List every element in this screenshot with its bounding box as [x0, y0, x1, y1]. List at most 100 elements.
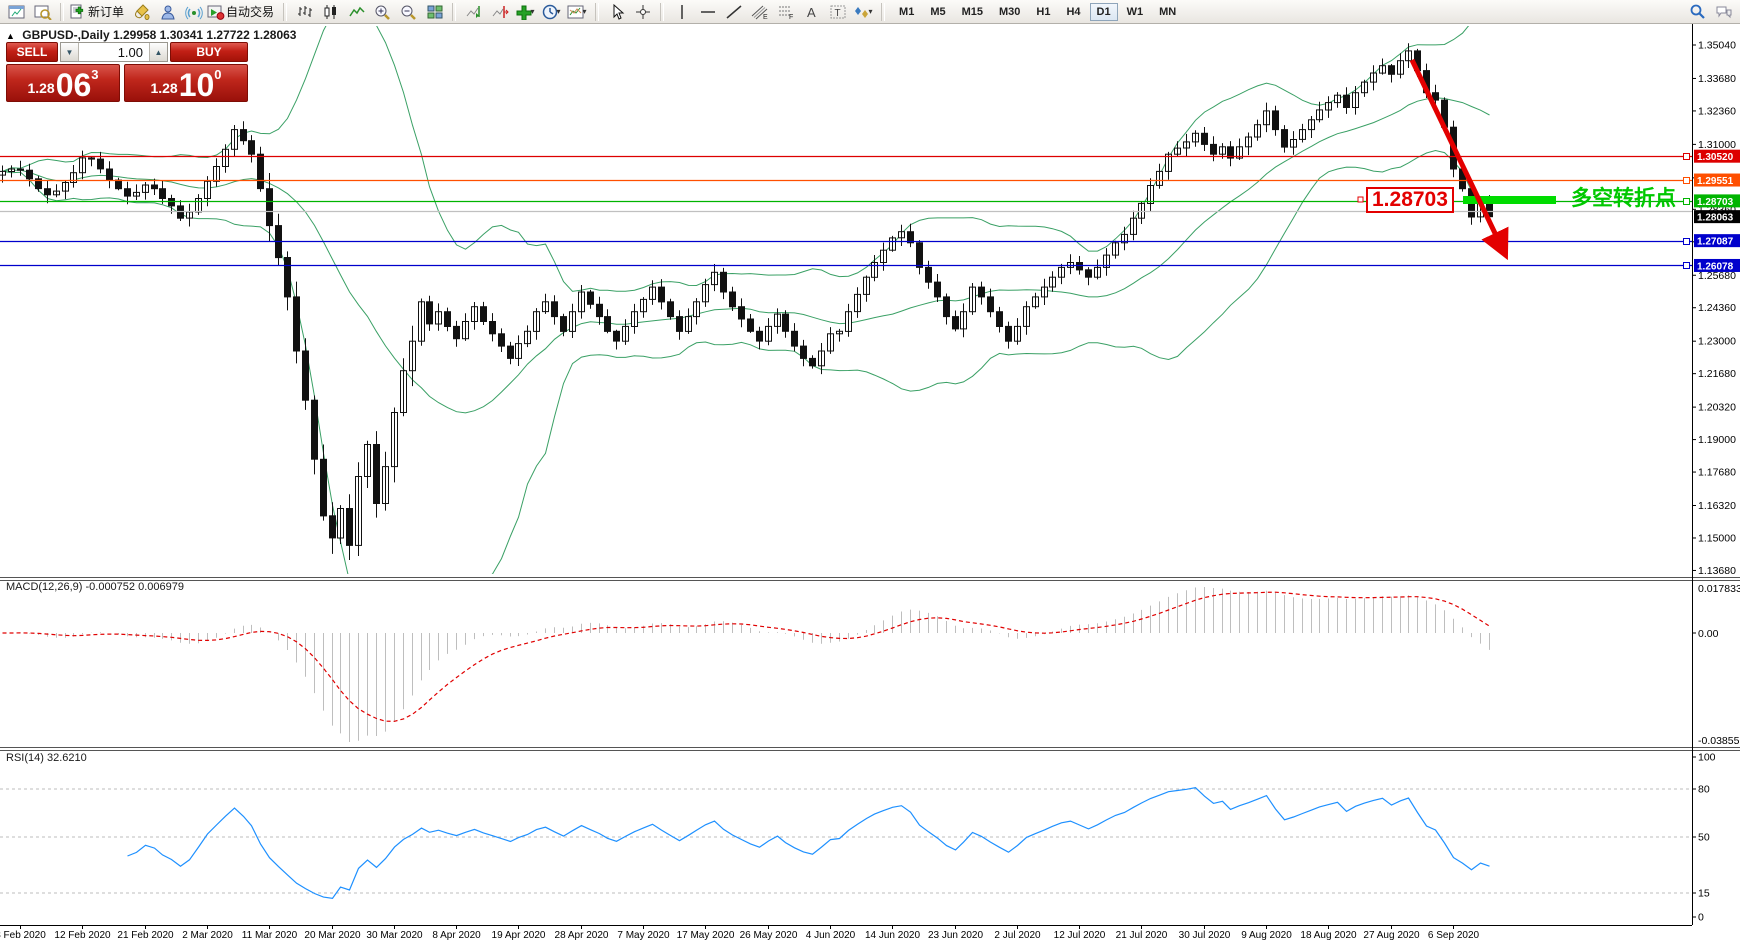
timeframe-button-m5[interactable]: M5 — [923, 3, 952, 21]
svg-text:23 Jun 2020: 23 Jun 2020 — [928, 930, 983, 941]
svg-text:100: 100 — [1698, 752, 1716, 764]
bar-chart-icon[interactable] — [292, 1, 317, 23]
svg-text:21 Feb 2020: 21 Feb 2020 — [117, 930, 174, 941]
svg-text:50: 50 — [1698, 832, 1710, 844]
line-chart-icon[interactable] — [344, 1, 369, 23]
time-axis[interactable]: 3 Feb 202012 Feb 202021 Feb 20202 Mar 20… — [0, 925, 1480, 941]
svg-text:1.24360: 1.24360 — [1698, 302, 1736, 314]
main-toolbar: 新订单 自动交易 ▾ ▾ ▾ EFAT ▾ M1M5M15M30H1H4D1W1MN — [0, 0, 1740, 24]
svg-text:-0.038559: -0.038559 — [1698, 735, 1740, 747]
chart-canvas[interactable]: 1.350401.336801.323601.310001.296401.283… — [0, 24, 1740, 942]
svg-text:18 Aug 2020: 18 Aug 2020 — [1300, 930, 1357, 941]
profiles-icon[interactable] — [30, 1, 55, 23]
dropdown-caret-icon[interactable]: ▾ — [869, 7, 873, 16]
tile-windows-icon — [426, 4, 444, 20]
hline-handle[interactable] — [1684, 239, 1690, 245]
autotrading-button[interactable]: 自动交易 — [207, 3, 278, 20]
zoom-in-icon[interactable] — [370, 1, 395, 23]
timeframe-button-w1[interactable]: W1 — [1120, 3, 1151, 21]
timeframe-button-mn[interactable]: MN — [1152, 3, 1183, 21]
svg-text:1.31000: 1.31000 — [1698, 139, 1736, 151]
svg-text:0.00: 0.00 — [1698, 628, 1719, 640]
price-tag-1.29551: 1.29551 — [1694, 174, 1740, 188]
svg-text:17 May 2020: 17 May 2020 — [677, 930, 735, 941]
text-icon: A — [803, 4, 821, 20]
new-chart-icon — [8, 4, 26, 20]
text-label-icon: T — [829, 4, 847, 20]
svg-text:7 May 2020: 7 May 2020 — [617, 930, 670, 941]
chat-icon[interactable] — [1711, 1, 1736, 23]
svg-text:30 Mar 2020: 30 Mar 2020 — [366, 930, 423, 941]
price-tag-1.28703: 1.28703 — [1694, 194, 1740, 208]
timeframe-button-m30[interactable]: M30 — [992, 3, 1027, 21]
vertical-line-icon[interactable] — [669, 1, 694, 23]
periods-icon[interactable]: ▾ — [539, 1, 564, 23]
signals-icon[interactable] — [181, 1, 206, 23]
macd-pane[interactable]: 0.0178330.00-0.038559 — [3, 583, 1740, 747]
hline-handle[interactable] — [1684, 263, 1690, 269]
svg-text:1.21680: 1.21680 — [1698, 368, 1736, 380]
timeframe-button-h4[interactable]: H4 — [1059, 3, 1087, 21]
mt4-window: 新订单自动交易▾▾▾EFAT▾M1M5M15M30H1H4D1W1MN ▲ GB… — [0, 0, 1740, 942]
svg-text:11 Mar 2020: 11 Mar 2020 — [242, 930, 298, 941]
main-price-pane[interactable] — [0, 24, 1493, 651]
svg-text:12 Feb 2020: 12 Feb 2020 — [54, 930, 111, 941]
add-indicator-icon[interactable]: ▾ — [513, 1, 538, 23]
expert-advisors-icon[interactable] — [155, 1, 180, 23]
dropdown-caret-icon[interactable]: ▾ — [531, 7, 535, 16]
timeframe-button-m1[interactable]: M1 — [892, 3, 921, 21]
timeframe-button-h1[interactable]: H1 — [1029, 3, 1057, 21]
cursor-icon[interactable] — [604, 1, 629, 23]
dropdown-caret-icon[interactable]: ▾ — [557, 7, 561, 16]
fibonacci-icon: F — [777, 4, 795, 20]
text-label-icon[interactable]: T — [825, 1, 850, 23]
bollinger-lower-band[interactable] — [3, 151, 1490, 652]
svg-text:14 Jun 2020: 14 Jun 2020 — [865, 930, 920, 941]
equidistant-channel-icon[interactable]: E — [747, 1, 772, 23]
svg-text:12 Jul 2020: 12 Jul 2020 — [1054, 930, 1106, 941]
svg-text:1.28063: 1.28063 — [1697, 213, 1734, 224]
horizontal-line-icon[interactable] — [695, 1, 720, 23]
styles-bucket-icon[interactable] — [129, 1, 154, 23]
price-axis[interactable]: 1.350401.336801.323601.310001.296401.283… — [1692, 40, 1740, 577]
svg-text:1.26078: 1.26078 — [1697, 261, 1734, 272]
trendline-icon[interactable] — [721, 1, 746, 23]
hline-handle[interactable] — [1684, 178, 1690, 184]
trendline-icon — [725, 4, 743, 20]
fibonacci-icon[interactable]: F — [773, 1, 798, 23]
timeframe-toolbar: M1M5M15M30H1H4D1W1MN — [892, 3, 1183, 21]
svg-text:6 Sep 2020: 6 Sep 2020 — [1428, 930, 1480, 941]
zoom-in-icon — [374, 4, 392, 20]
styles-bucket-icon — [133, 4, 151, 20]
auto-scroll-icon[interactable] — [461, 1, 486, 23]
rsi-pane[interactable]: 1008050150 — [0, 752, 1716, 924]
arrows-icon[interactable]: ▾ — [851, 1, 876, 23]
text-icon[interactable]: A — [799, 1, 824, 23]
signals-icon — [185, 4, 203, 20]
tile-windows-icon[interactable] — [422, 1, 447, 23]
chart-shift-icon[interactable] — [487, 1, 512, 23]
new-order-button[interactable]: 新订单 — [69, 3, 128, 20]
candlestick-series — [0, 43, 1493, 560]
candlestick-chart-icon[interactable] — [318, 1, 343, 23]
svg-text:1.19000: 1.19000 — [1698, 434, 1736, 446]
search-icon[interactable] — [1685, 1, 1710, 23]
timeframe-button-d1[interactable]: D1 — [1090, 3, 1118, 21]
callout-handle[interactable] — [1358, 197, 1363, 202]
price-callout-text[interactable]: 1.28703 — [1366, 187, 1454, 213]
zoom-out-icon[interactable] — [396, 1, 421, 23]
svg-text:1.15000: 1.15000 — [1698, 532, 1736, 544]
toolbar-separator — [595, 3, 599, 21]
templates-icon[interactable]: ▾ — [565, 1, 590, 23]
hline-handle[interactable] — [1684, 199, 1690, 205]
hline-handle[interactable] — [1684, 154, 1690, 160]
turning-point-label[interactable]: 多空转折点 — [1571, 187, 1676, 211]
svg-text:1.13680: 1.13680 — [1698, 565, 1736, 577]
dropdown-caret-icon[interactable]: ▾ — [583, 7, 587, 16]
crosshair-icon[interactable] — [630, 1, 655, 23]
svg-text:1.30520: 1.30520 — [1697, 152, 1734, 163]
svg-text:1.16320: 1.16320 — [1698, 500, 1736, 512]
new-order-button-label: 新订单 — [88, 3, 124, 20]
timeframe-button-m15[interactable]: M15 — [955, 3, 990, 21]
new-chart-icon[interactable] — [4, 1, 29, 23]
